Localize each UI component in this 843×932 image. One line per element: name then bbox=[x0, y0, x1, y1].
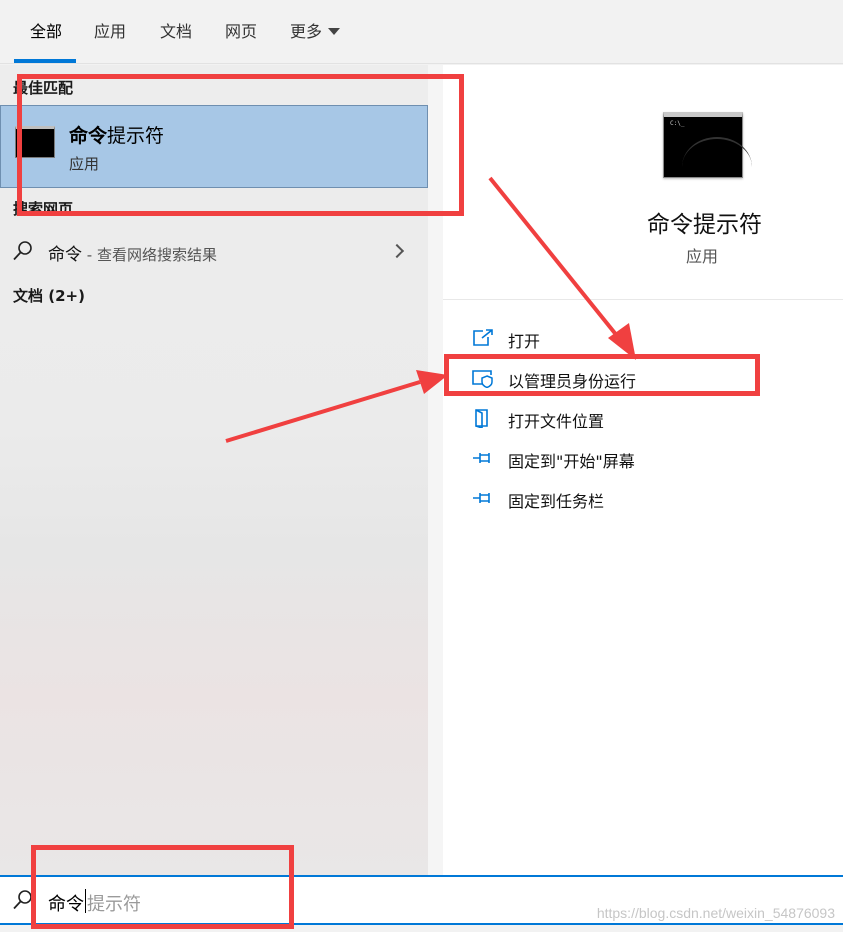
pin-icon bbox=[473, 493, 490, 503]
app-name: 命令提示符 bbox=[647, 212, 762, 238]
open-icon bbox=[473, 329, 493, 346]
action-open-file-location[interactable]: 打开文件位置 bbox=[443, 400, 843, 436]
chevron-down-icon bbox=[328, 28, 341, 35]
annotation-box-run-as-admin bbox=[444, 354, 760, 396]
chevron-right-icon bbox=[389, 243, 405, 259]
active-tab-indicator bbox=[14, 59, 76, 63]
action-pin-to-taskbar[interactable]: 固定到任务栏 bbox=[443, 480, 843, 516]
annotation-box-best-match bbox=[17, 74, 464, 216]
file-location-icon bbox=[475, 409, 488, 428]
command-prompt-large-icon: C:\_ bbox=[663, 112, 752, 178]
action-pin-to-taskbar-label: 固定到任务栏 bbox=[508, 492, 605, 511]
search-tab-bar: 全部 应用 文档 网页 更多 bbox=[0, 0, 843, 64]
tab-apps[interactable]: 应用 bbox=[94, 20, 126, 44]
prompt-glyph: C:\_ bbox=[670, 120, 685, 127]
documents-header[interactable]: 文档 (2+) bbox=[13, 285, 85, 306]
details-pane: C:\_ 命令提示符 应用 打开 以管理员身份运行 打开文件位置 固定到"开始"… bbox=[443, 65, 843, 875]
icon-shine bbox=[682, 137, 752, 197]
action-pin-to-start-label: 固定到"开始"屏幕 bbox=[508, 452, 635, 471]
details-divider bbox=[443, 299, 843, 300]
tab-all[interactable]: 全部 bbox=[30, 20, 62, 44]
app-type: 应用 bbox=[686, 247, 719, 266]
web-search-query: 命令 - 查看网络搜索结果 bbox=[48, 240, 217, 265]
web-search-hint: - 查看网络搜索结果 bbox=[82, 246, 217, 264]
web-search-query-text: 命令 bbox=[48, 245, 82, 265]
action-open-label: 打开 bbox=[508, 332, 541, 351]
tab-more-label: 更多 bbox=[290, 22, 323, 41]
search-icon bbox=[13, 241, 32, 261]
tab-more[interactable]: 更多 bbox=[290, 20, 341, 44]
watermark: https://blog.csdn.net/weixin_54876093 bbox=[596, 905, 835, 921]
pin-icon bbox=[473, 453, 490, 463]
action-open-file-location-label: 打开文件位置 bbox=[508, 412, 605, 431]
action-open[interactable]: 打开 bbox=[443, 320, 843, 356]
tab-web[interactable]: 网页 bbox=[225, 20, 257, 44]
action-pin-to-start[interactable]: 固定到"开始"屏幕 bbox=[443, 440, 843, 476]
web-search-result[interactable]: 命令 - 查看网络搜索结果 bbox=[0, 231, 428, 271]
annotation-box-search-query bbox=[31, 845, 294, 929]
tab-documents[interactable]: 文档 bbox=[160, 20, 192, 44]
